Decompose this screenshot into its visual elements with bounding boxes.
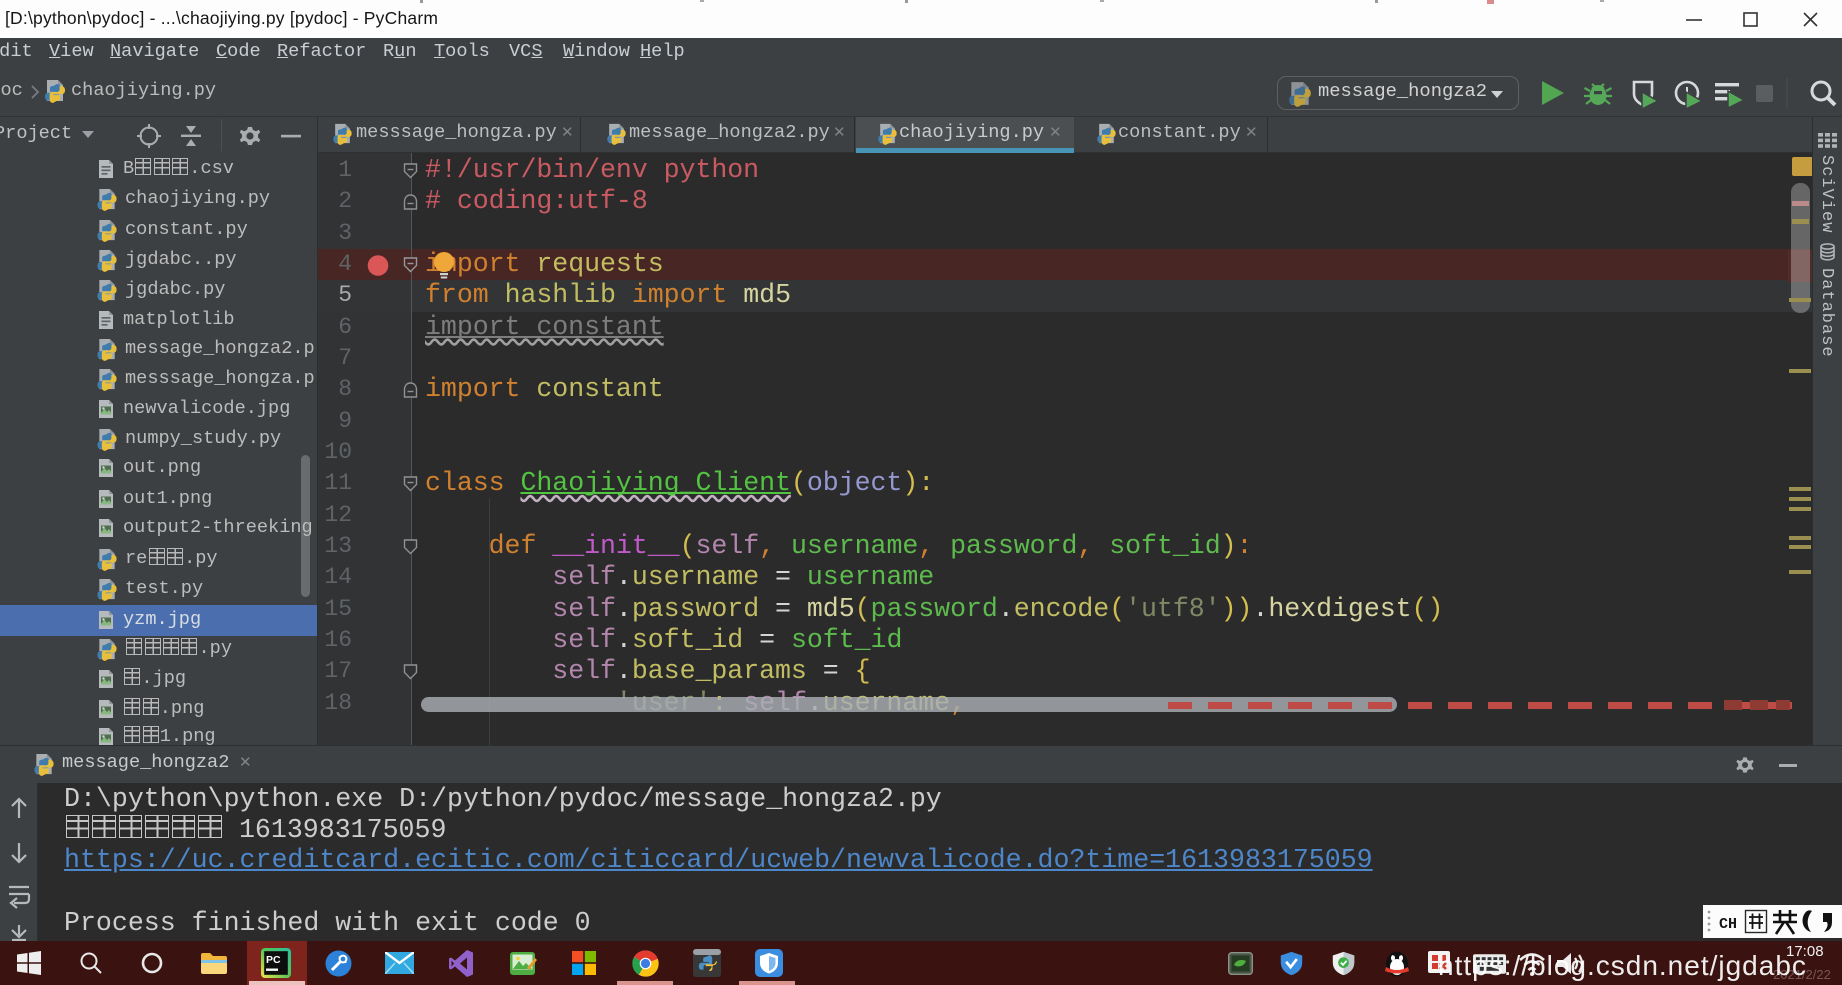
svg-text:PC: PC xyxy=(266,954,281,966)
svg-text:CH: CH xyxy=(1719,916,1737,933)
